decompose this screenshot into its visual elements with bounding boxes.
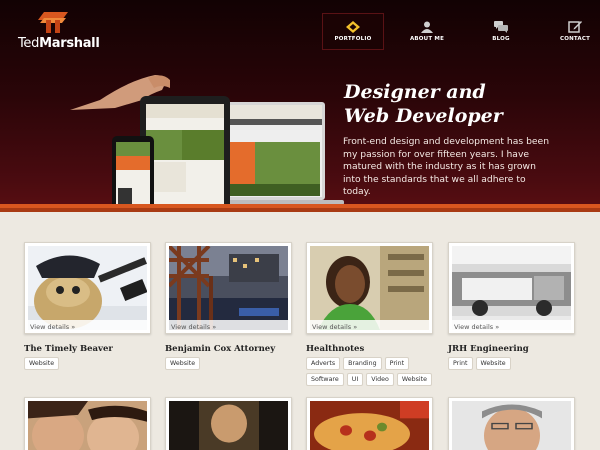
tag-list: Website (24, 357, 152, 370)
logo-mark-icon (38, 12, 68, 33)
portfolio-thumbnail[interactable]: View details » (24, 242, 151, 334)
shopper-woman-image (310, 246, 429, 330)
person-icon (421, 21, 433, 33)
tag-list: Website (165, 357, 293, 370)
nav-label: PORTFOLIO (334, 36, 372, 42)
family-portrait-image (28, 401, 147, 450)
tag[interactable]: Website (24, 357, 60, 370)
nav-item-blog[interactable]: BLOG (470, 13, 532, 50)
tag[interactable]: Website (396, 373, 432, 386)
devices-illustration (70, 75, 344, 212)
project-title[interactable]: Benjamin Cox Attorney (165, 344, 275, 354)
man-portrait-image (452, 401, 571, 450)
dark-portrait-image (169, 401, 288, 450)
tag[interactable]: Video (366, 373, 394, 386)
tag[interactable]: Software (306, 373, 344, 386)
tag[interactable]: Website (165, 357, 201, 370)
hero-divider-shadow (0, 208, 600, 212)
chat-icon (494, 21, 508, 33)
portfolio-thumbnail[interactable]: View details » (306, 242, 433, 334)
portfolio-thumbnail[interactable] (165, 397, 292, 450)
view-details-link[interactable]: View details » (25, 320, 150, 333)
logo[interactable]: TedMarshall (18, 12, 108, 52)
pizza-image (310, 401, 429, 450)
tag[interactable]: Adverts (306, 357, 341, 370)
tag-list: Adverts Branding Print Software UI Video… (306, 357, 434, 386)
portfolio-thumbnail[interactable] (306, 397, 433, 450)
view-details-link[interactable]: View details » (166, 320, 291, 333)
tag[interactable]: Print (448, 357, 473, 370)
code-icon (346, 21, 360, 33)
nav-item-about[interactable]: ABOUT ME (396, 13, 458, 50)
tag-list: Print Website (448, 357, 576, 370)
view-details-link[interactable]: View details » (307, 320, 432, 333)
nav-label: BLOG (492, 36, 510, 42)
tag[interactable]: Print (384, 357, 410, 370)
nav-item-portfolio[interactable]: PORTFOLIO (322, 13, 384, 50)
nav-label: CONTACT (559, 36, 591, 42)
edit-icon (568, 21, 582, 33)
portfolio-thumbnail[interactable] (448, 397, 575, 450)
hero-headline: Designer and Web Developer (344, 81, 503, 127)
bridge-city-image (167, 244, 288, 330)
portfolio-thumbnail[interactable]: View details » (448, 242, 575, 334)
logo-wordmark: TedMarshall (18, 36, 100, 51)
hero-description: Front-end design and development has bee… (343, 136, 550, 198)
beaver-mascot-image (28, 246, 148, 330)
project-title[interactable]: The Timely Beaver (24, 344, 113, 354)
tag[interactable]: UI (346, 373, 364, 386)
portfolio-thumbnail[interactable] (24, 397, 151, 450)
main-nav: PORTFOLIO ABOUT ME BLOG CONTACT (322, 13, 600, 50)
nav-label: ABOUT ME (409, 36, 445, 42)
nav-item-contact[interactable]: CONTACT (544, 13, 600, 50)
view-details-link[interactable]: View details » (449, 320, 574, 333)
hero-banner: TedMarshall PORTFOLIO ABOUT ME BLOG CONT… (0, 0, 600, 212)
tag[interactable]: Website (475, 357, 511, 370)
project-title[interactable]: JRH Engineering (448, 344, 529, 354)
engineering-truck-image (452, 246, 571, 330)
portfolio-thumbnail[interactable]: View details » (165, 242, 292, 334)
project-title[interactable]: Healthnotes (306, 344, 364, 354)
tag[interactable]: Branding (343, 357, 382, 370)
